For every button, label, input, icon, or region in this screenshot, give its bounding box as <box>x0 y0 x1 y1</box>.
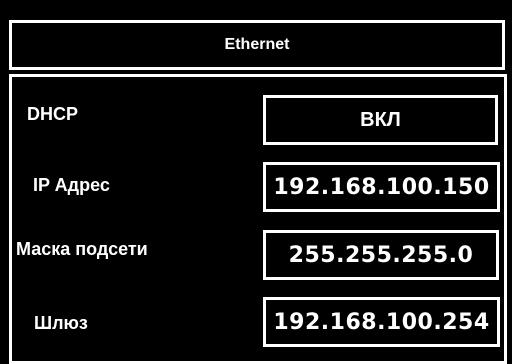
ip-address-label: IP Адрес <box>33 175 110 195</box>
ip-address-field[interactable]: 192.168.100.150 <box>263 162 500 212</box>
ethernet-title: Ethernet <box>224 36 290 53</box>
gateway-label: Шлюз <box>34 313 88 333</box>
dhcp-toggle-button[interactable]: ВКЛ <box>263 95 498 145</box>
ethernet-header: Ethernet <box>9 20 505 70</box>
subnet-mask-label: Маска подсети <box>16 239 148 259</box>
dhcp-label: DHCP <box>27 104 79 124</box>
subnet-mask-field[interactable]: 255.255.255.0 <box>263 230 499 280</box>
gateway-field[interactable]: 192.168.100.254 <box>263 297 500 347</box>
